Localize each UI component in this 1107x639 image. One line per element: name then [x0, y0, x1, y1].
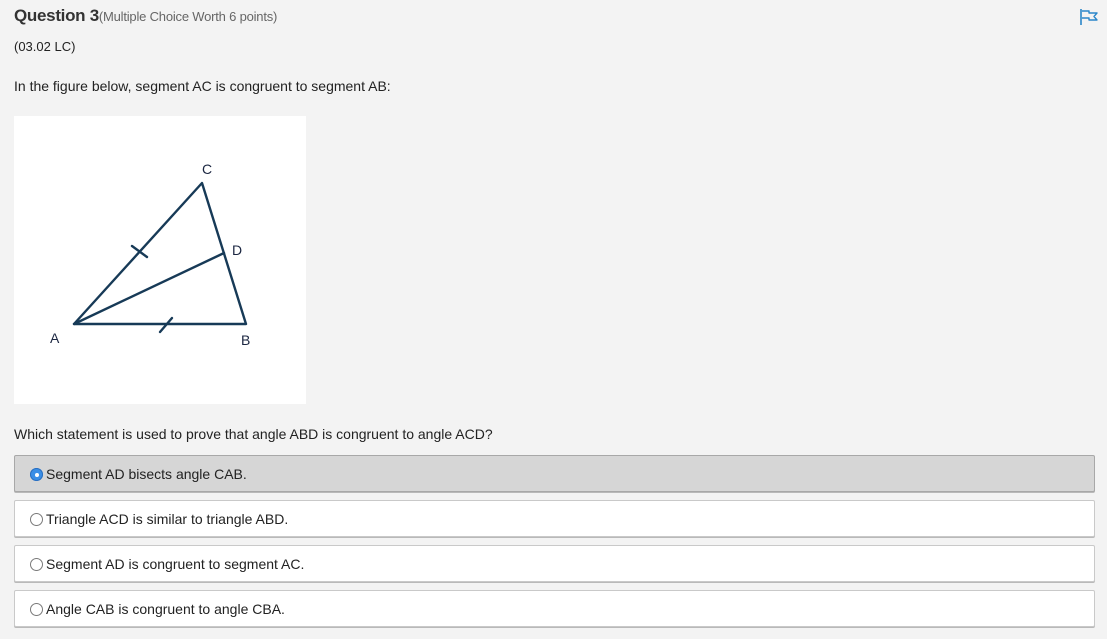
radio-button[interactable] — [30, 603, 43, 616]
point-label-d: D — [232, 242, 243, 258]
answer-choice-label: Angle CAB is congruent to angle CBA. — [46, 601, 285, 617]
question-header: Question 3(Multiple Choice Worth 6 point… — [14, 6, 277, 26]
triangle-figure: C D A B — [14, 116, 306, 404]
answer-choice-4[interactable]: Angle CAB is congruent to angle CBA. — [14, 590, 1095, 627]
question-text: Which statement is used to prove that an… — [14, 426, 493, 442]
answer-choice-label: Segment AD is congruent to segment AC. — [46, 556, 305, 572]
answer-choice-2[interactable]: Triangle ACD is similar to triangle ABD. — [14, 500, 1095, 537]
radio-button[interactable] — [30, 558, 43, 571]
point-label-b: B — [241, 332, 251, 348]
radio-button-selected[interactable] — [30, 468, 43, 481]
segment-ad — [72, 251, 226, 326]
question-title: Question 3 — [14, 6, 99, 25]
question-code: (03.02 LC) — [14, 39, 76, 54]
question-worth: (Multiple Choice Worth 6 points) — [98, 9, 278, 24]
question-prompt: In the figure below, segment AC is congr… — [14, 78, 391, 94]
answer-choice-label: Triangle ACD is similar to triangle ABD. — [46, 511, 289, 527]
radio-button[interactable] — [30, 513, 43, 526]
answer-choice-3[interactable]: Segment AD is congruent to segment AC. — [14, 545, 1095, 582]
answer-choice-1[interactable]: Segment AD bisects angle CAB. — [14, 455, 1095, 492]
answer-choice-label: Segment AD bisects angle CAB. — [46, 466, 247, 482]
point-label-a: A — [50, 330, 60, 346]
triangle-diagram — [72, 181, 248, 334]
flag-icon[interactable] — [1079, 8, 1099, 26]
point-label-c: C — [202, 161, 213, 177]
